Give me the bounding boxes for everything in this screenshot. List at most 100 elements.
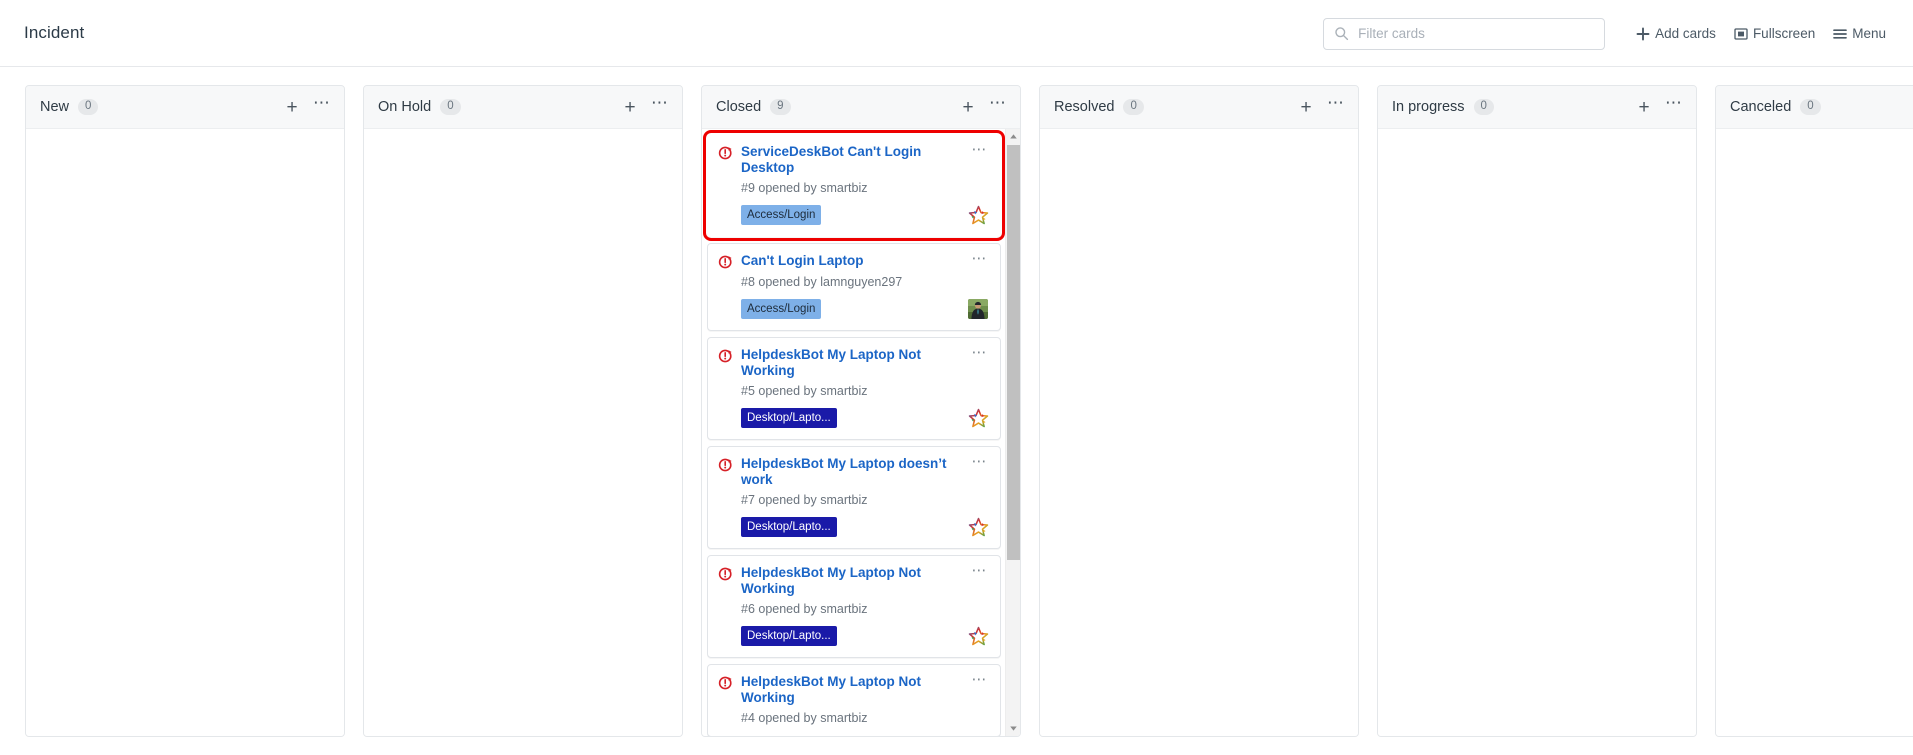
board-column: On Hold 0 + ⋯ — [363, 85, 683, 737]
column-scroll-area — [1716, 129, 1913, 736]
card-label[interactable]: Access/Login — [741, 299, 822, 319]
search-input[interactable] — [1323, 17, 1606, 50]
column-count-badge: 0 — [1473, 99, 1494, 115]
card-title[interactable]: HelpdeskBot My Laptop Not Working — [741, 565, 970, 597]
scrollbar-thumb[interactable] — [1007, 145, 1020, 560]
plus-icon — [1636, 27, 1650, 41]
fullscreen-button[interactable]: Fullscreen — [1725, 20, 1824, 47]
card-footer: Desktop/Lapto... — [741, 407, 989, 429]
column-card-list — [364, 128, 682, 736]
card-more-icon[interactable]: ⋯ — [970, 672, 990, 691]
card-meta: #4 opened by smartbiz — [741, 711, 868, 725]
fullscreen-icon — [1734, 27, 1748, 41]
card-more-icon[interactable]: ⋯ — [970, 563, 990, 582]
page-title: Incident — [24, 23, 85, 42]
column-more-icon[interactable]: ⋯ — [312, 93, 332, 117]
top-bar: Incident Add cards — [0, 0, 1913, 67]
incident-open-icon — [718, 567, 732, 581]
column-actions: + ⋯ — [1634, 93, 1684, 117]
column-card-list — [1716, 128, 1913, 736]
filter-cards-field[interactable] — [1323, 17, 1606, 50]
column-count-badge: 0 — [440, 99, 461, 115]
card-footer: Desktop/Lapto... — [741, 625, 989, 647]
card-title[interactable]: HelpdeskBot My Laptop doesn’t work — [741, 456, 970, 488]
column-actions: + ⋯ — [1296, 93, 1346, 117]
bot-star-avatar — [967, 407, 989, 429]
column-scroll-area — [1040, 129, 1358, 736]
column-scroll-area: ServiceDeskBot Can't Login Desktop ⋯ #9 … — [702, 129, 1020, 736]
card-title[interactable]: HelpdeskBot My Laptop Not Working — [741, 347, 970, 379]
column-scroll-area — [1378, 129, 1696, 736]
incident-open-icon — [718, 349, 732, 363]
card-label[interactable]: Desktop/Lapto... — [741, 517, 837, 537]
card[interactable]: HelpdeskBot My Laptop Not Working ⋯ #5 o… — [707, 337, 1001, 440]
column-header: Resolved 0 + ⋯ — [1040, 86, 1358, 128]
hamburger-menu-icon — [1833, 27, 1848, 41]
column-card-list — [26, 128, 344, 736]
user-photo-avatar — [967, 298, 989, 320]
card-more-icon[interactable]: ⋯ — [970, 142, 990, 161]
card[interactable]: HelpdeskBot My Laptop Not Working ⋯ #6 o… — [707, 555, 1001, 658]
add-card-icon[interactable]: + — [620, 97, 640, 117]
board-column: Resolved 0 + ⋯ — [1039, 85, 1359, 737]
board-column: New 0 + ⋯ — [25, 85, 345, 737]
column-more-icon[interactable]: ⋯ — [988, 93, 1008, 117]
column-count-badge: 9 — [770, 99, 791, 115]
card-footer: Access/Login — [741, 298, 989, 320]
bot-star-avatar — [967, 516, 989, 538]
add-card-icon[interactable]: + — [282, 97, 302, 117]
add-card-icon[interactable]: + — [958, 97, 978, 117]
column-more-icon[interactable]: ⋯ — [650, 93, 670, 117]
column-actions: + ⋯ — [958, 93, 1008, 117]
column-scroll-area — [26, 129, 344, 736]
board-column: Closed 9 + ⋯ ServiceDeskBot Can't Login … — [701, 85, 1021, 737]
add-cards-label: Add cards — [1655, 26, 1716, 41]
card-label[interactable]: Desktop/Lapto... — [741, 626, 837, 646]
card[interactable]: HelpdeskBot My Laptop Not Working ⋯ #4 o… — [707, 664, 1001, 736]
incident-open-icon — [718, 255, 732, 269]
incident-open-icon — [718, 676, 732, 690]
card-header: Can't Login Laptop ⋯ — [718, 251, 990, 270]
add-cards-button[interactable]: Add cards — [1627, 20, 1725, 47]
column-title: Resolved — [1054, 99, 1115, 115]
column-title: In progress — [1392, 99, 1465, 115]
column-more-icon[interactable]: ⋯ — [1664, 93, 1684, 117]
column-header: New 0 + ⋯ — [26, 86, 344, 128]
card-label[interactable]: Access/Login — [741, 205, 822, 225]
card-footer: Access/Login — [741, 204, 989, 226]
card[interactable]: HelpdeskBot My Laptop doesn’t work ⋯ #7 … — [707, 446, 1001, 549]
card-title[interactable]: Can't Login Laptop — [741, 253, 970, 269]
card-header: HelpdeskBot My Laptop Not Working ⋯ — [718, 345, 990, 379]
card-label[interactable]: Desktop/Lapto... — [741, 408, 837, 428]
add-card-icon[interactable]: + — [1296, 97, 1316, 117]
column-title: On Hold — [378, 99, 432, 115]
card-header: HelpdeskBot My Laptop Not Working ⋯ — [718, 672, 990, 706]
card-meta: #6 opened by smartbiz — [741, 602, 868, 616]
column-count-badge: 0 — [1123, 99, 1144, 115]
card-meta: #8 opened by lamnguyen297 — [741, 275, 903, 289]
card-meta: #9 opened by smartbiz — [741, 181, 868, 195]
column-more-icon[interactable]: ⋯ — [1326, 93, 1346, 117]
column-scroll-area — [364, 129, 682, 736]
bot-star-avatar — [967, 204, 989, 226]
card[interactable]: Can't Login Laptop ⋯ #8 opened by lamngu… — [707, 243, 1001, 331]
scroll-up-arrow-icon[interactable] — [1006, 129, 1020, 144]
card-more-icon[interactable]: ⋯ — [970, 251, 990, 270]
column-scrollbar[interactable] — [1005, 129, 1020, 736]
menu-button[interactable]: Menu — [1824, 20, 1895, 47]
scroll-down-arrow-icon[interactable] — [1006, 721, 1020, 736]
card-selected[interactable]: ServiceDeskBot Can't Login Desktop ⋯ #9 … — [703, 130, 1005, 241]
add-card-icon[interactable]: + — [1634, 97, 1654, 117]
column-card-list — [1040, 128, 1358, 736]
card-title[interactable]: ServiceDeskBot Can't Login Desktop — [741, 144, 970, 176]
card-more-icon[interactable]: ⋯ — [970, 454, 990, 473]
card-header: HelpdeskBot My Laptop doesn’t work ⋯ — [718, 454, 990, 488]
card-more-icon[interactable]: ⋯ — [970, 345, 990, 364]
column-header: On Hold 0 + ⋯ — [364, 86, 682, 128]
card-title[interactable]: HelpdeskBot My Laptop Not Working — [741, 674, 970, 706]
column-header: Canceled 0 + ⋯ — [1716, 86, 1913, 128]
board-column: In progress 0 + ⋯ — [1377, 85, 1697, 737]
card-header: ServiceDeskBot Can't Login Desktop ⋯ — [718, 142, 990, 176]
card-meta: #5 opened by smartbiz — [741, 384, 868, 398]
menu-label: Menu — [1852, 26, 1886, 41]
